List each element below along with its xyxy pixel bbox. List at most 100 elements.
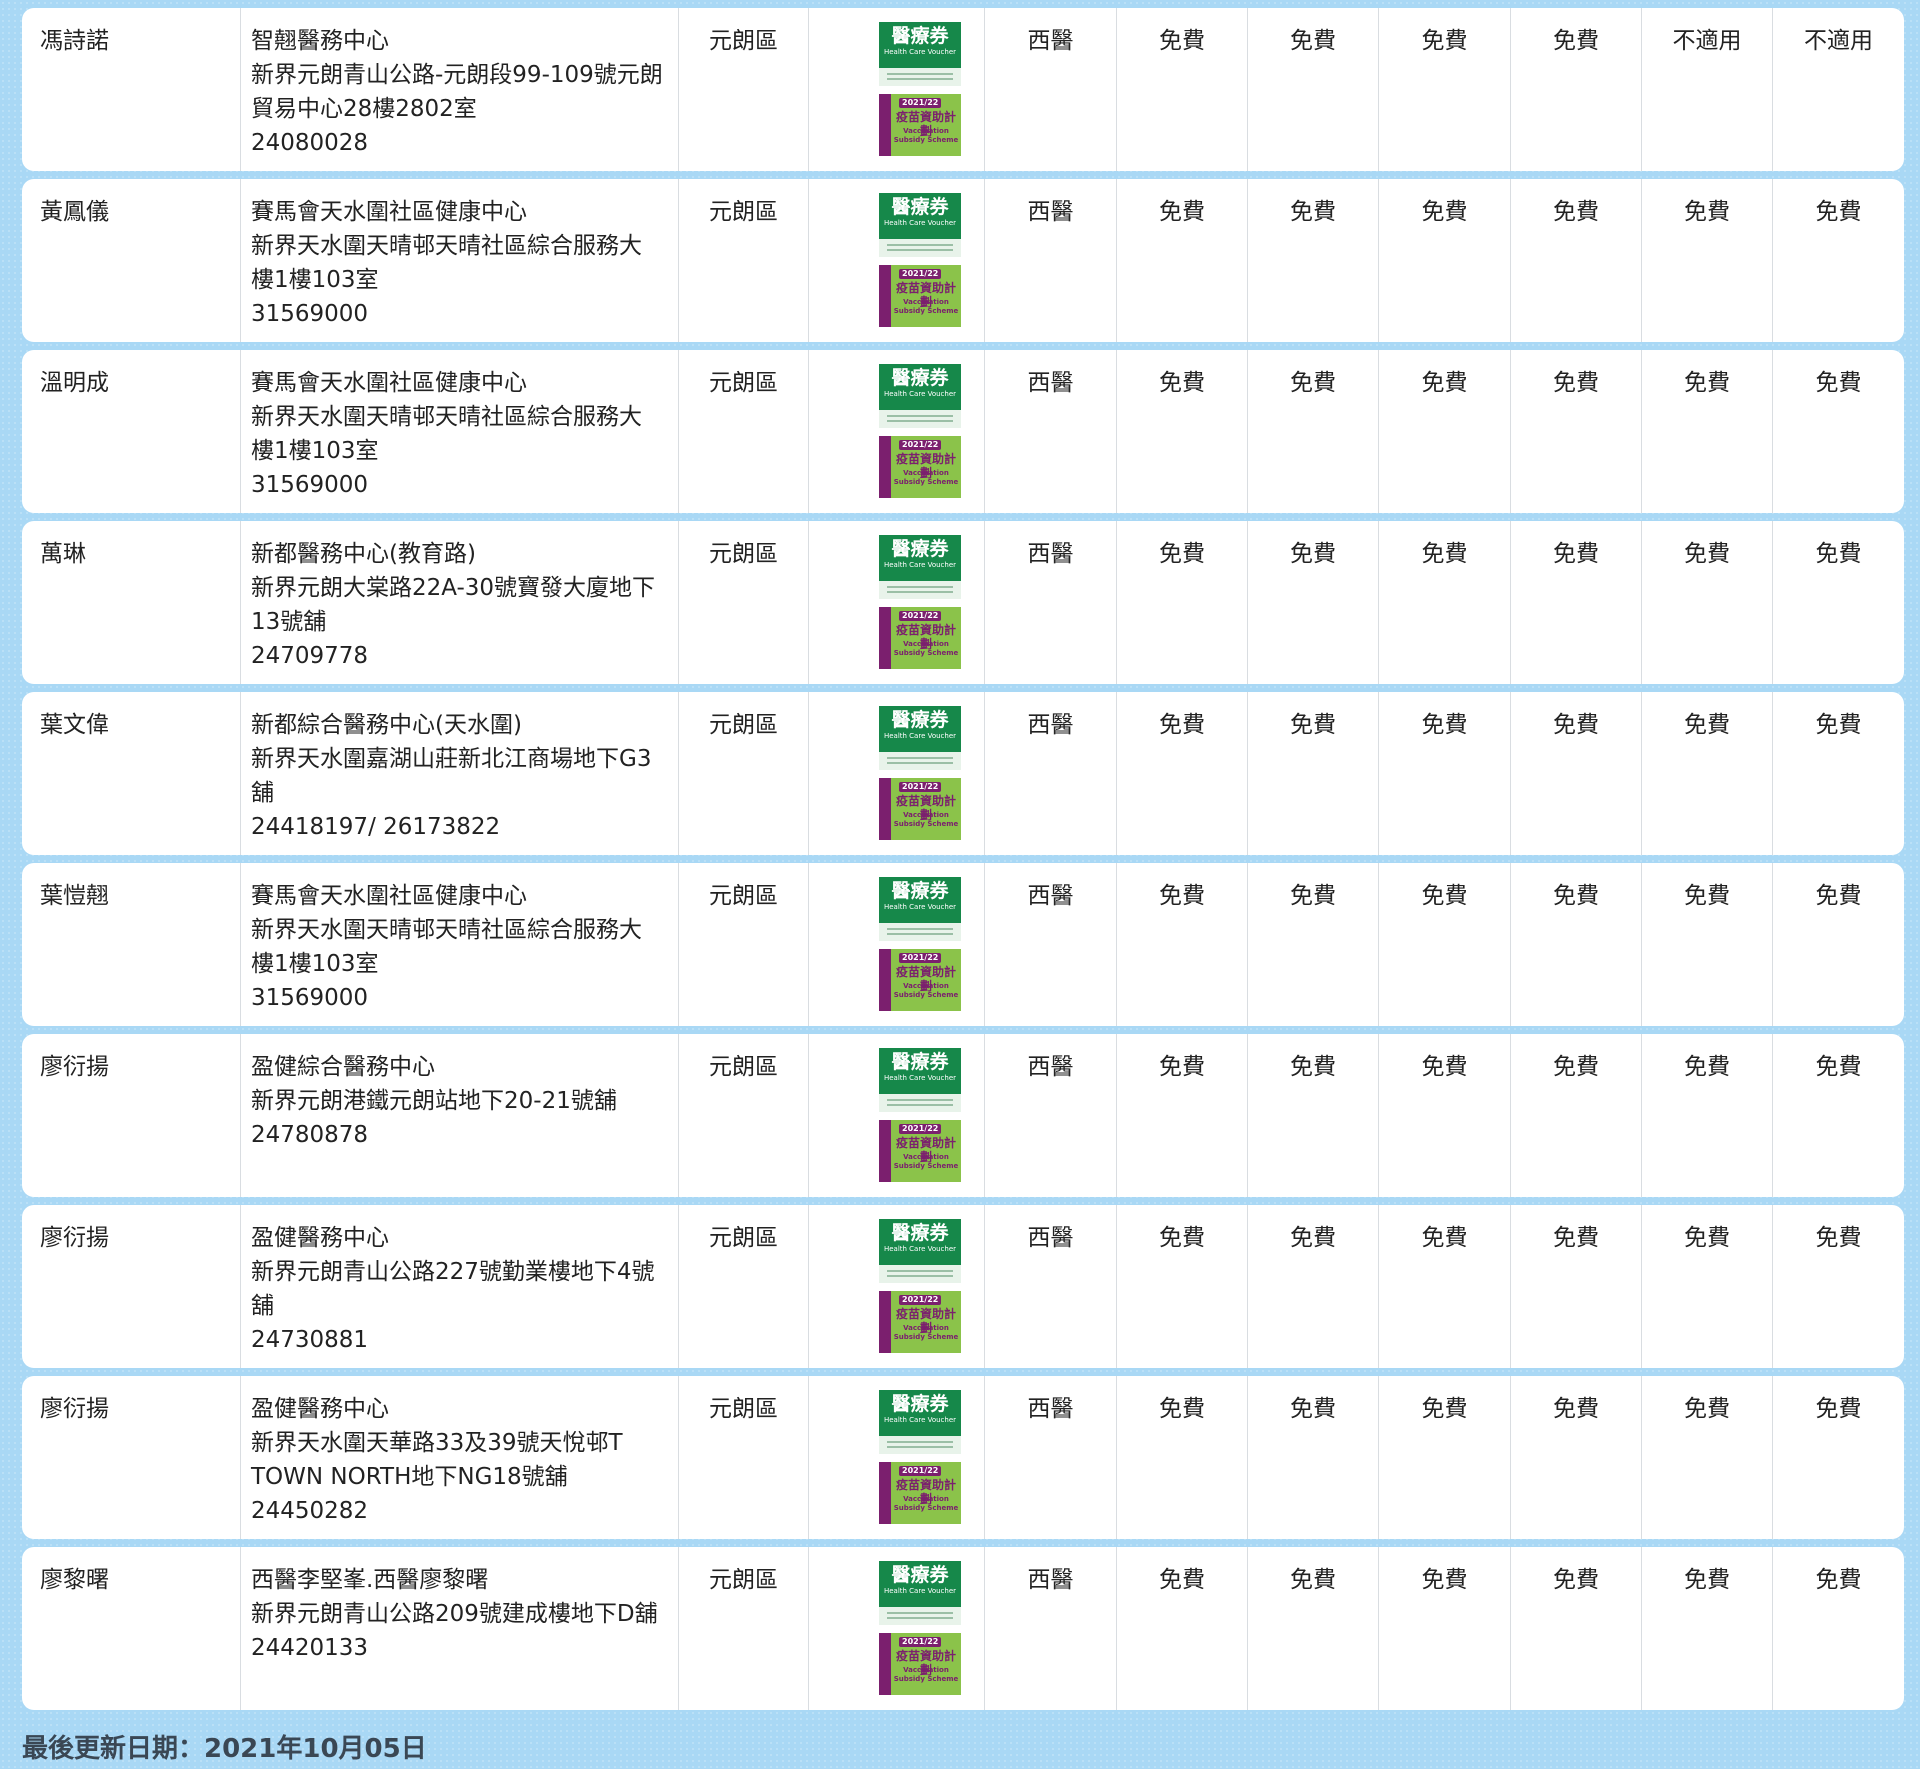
clinic-address-line: TOWN NORTH地下NG18號舖 <box>251 1464 568 1490</box>
vss-side-bar <box>879 607 891 669</box>
vss-english: Vaccination Subsidy Scheme <box>893 1324 959 1342</box>
clinic-info: 西醫李堅峯.西醫廖黎曙 新界元朗青山公路209號建成樓地下D舖 24420133 <box>240 1547 678 1710</box>
fee-cell: 免費 <box>1247 1034 1378 1197</box>
doctor-name: 廖黎曙 <box>40 1567 109 1593</box>
fee-cell: 免費 <box>1378 863 1510 1026</box>
health-care-voucher-logo: 醫療券 Health Care Voucher <box>879 1048 961 1112</box>
vaccination-subsidy-logo: 2021/22 疫苗資助計劃 Vaccination Subsidy Scheme <box>879 265 961 327</box>
clinic-name: 盈健醫務中心 <box>251 1225 389 1251</box>
fee-cell: 免費 <box>1116 1205 1247 1368</box>
vss-en-line-2: Subsidy Scheme <box>893 1162 959 1170</box>
hcv-title: 醫療券 <box>891 1222 949 1244</box>
clinic-name: 智翹醫務中心 <box>251 28 389 54</box>
vss-english: Vaccination Subsidy Scheme <box>893 982 959 1000</box>
specialty: 西醫 <box>984 179 1116 342</box>
fee-cell: 免費 <box>1116 863 1247 1026</box>
clinic-address-line: 新界天水圍嘉湖山莊新北江商場地下G3 <box>251 746 652 772</box>
fee-cell: 免費 <box>1116 1547 1247 1710</box>
vss-year: 2021/22 <box>899 1466 942 1476</box>
fee-cell: 免費 <box>1772 1547 1904 1710</box>
clinic-phone: 31569000 <box>251 472 369 498</box>
table-row: 葉文偉 新都綜合醫務中心(天水圍) 新界天水圍嘉湖山莊新北江商場地下G3 舖 24418… <box>22 692 1904 855</box>
fee-cell: 免費 <box>1772 350 1904 513</box>
district: 元朗區 <box>678 863 808 1026</box>
hcv-subtitle: Health Care Voucher <box>883 1587 957 1595</box>
vss-year: 2021/22 <box>899 611 942 621</box>
fee-cell: 免費 <box>1772 1034 1904 1197</box>
fee-cell: 免費 <box>1378 1205 1510 1368</box>
clinic-phone: 24780878 <box>251 1122 369 1148</box>
hcv-subtitle: Health Care Voucher <box>883 732 957 740</box>
clinic-name: 賽馬會天水圍社區健康中心 <box>251 370 527 396</box>
fee-cell: 免費 <box>1247 179 1378 342</box>
fee-cell: 免費 <box>1247 350 1378 513</box>
fee-cell: 免費 <box>1772 1205 1904 1368</box>
health-care-voucher-logo: 醫療券 Health Care Voucher <box>879 193 961 257</box>
health-care-voucher-logo: 醫療券 Health Care Voucher <box>879 535 961 599</box>
district: 元朗區 <box>678 179 808 342</box>
fee-cell: 免費 <box>1378 8 1510 171</box>
clinic-info: 賽馬會天水圍社區健康中心 新界天水圍天晴邨天晴社區綜合服務大 樓1樓103室 3156… <box>240 863 678 1026</box>
clinic-name: 新都綜合醫務中心(天水圍) <box>251 712 522 738</box>
fee-cell: 免費 <box>1378 179 1510 342</box>
clinic-phone: 24709778 <box>251 643 369 669</box>
table-row: 葉愷翹 賽馬會天水圍社區健康中心 新界天水圍天晴邨天晴社區綜合服務大 樓1樓103室 3… <box>22 863 1904 1026</box>
clinic-address-line: 樓1樓103室 <box>251 951 379 977</box>
scheme-badges: 醫療券 Health Care Voucher 2021/22 疫苗資助計劃 Vacci… <box>808 1034 984 1197</box>
fee-cell: 免費 <box>1641 1376 1772 1539</box>
hcv-subtitle: Health Care Voucher <box>883 1074 957 1082</box>
fee-cell: 免費 <box>1378 1034 1510 1197</box>
fee-cell: 免費 <box>1510 1034 1641 1197</box>
hcv-strip <box>879 68 961 86</box>
vss-en-line-2: Subsidy Scheme <box>893 649 959 657</box>
hcv-title: 醫療券 <box>891 1393 949 1415</box>
vaccination-subsidy-logo: 2021/22 疫苗資助計劃 Vaccination Subsidy Scheme <box>879 1291 961 1353</box>
fee-cell: 免費 <box>1641 179 1772 342</box>
fee-cell: 免費 <box>1641 1205 1772 1368</box>
hcv-title: 醫療券 <box>891 196 949 218</box>
fee-cell: 免費 <box>1641 692 1772 855</box>
hcv-title: 醫療券 <box>891 880 949 902</box>
vaccination-subsidy-logo: 2021/22 疫苗資助計劃 Vaccination Subsidy Scheme <box>879 1633 961 1695</box>
fee-cell: 免費 <box>1378 350 1510 513</box>
hcv-subtitle: Health Care Voucher <box>883 1416 957 1424</box>
clinic-phone: 24420133 <box>251 1635 369 1661</box>
clinic-name: 西醫李堅峯.西醫廖黎曙 <box>251 1567 489 1593</box>
district: 元朗區 <box>678 692 808 855</box>
vss-en-line-1: Vaccination <box>903 1153 949 1161</box>
clinic-address-line: 新界天水圍天晴邨天晴社區綜合服務大 <box>251 917 642 943</box>
vss-en-line-2: Subsidy Scheme <box>893 820 959 828</box>
vss-english: Vaccination Subsidy Scheme <box>893 811 959 829</box>
fee-cell: 免費 <box>1247 8 1378 171</box>
scheme-badges: 醫療券 Health Care Voucher 2021/22 疫苗資助計劃 Vacci… <box>808 179 984 342</box>
table-row: 馮詩諾 智翹醫務中心 新界元朗青山公路-元朗段99-109號元朗 貿易中心28樓280… <box>22 8 1904 171</box>
specialty: 西醫 <box>984 1547 1116 1710</box>
hcv-title: 醫療券 <box>891 1564 949 1586</box>
clinic-info: 賽馬會天水圍社區健康中心 新界天水圍天晴邨天晴社區綜合服務大 樓1樓103室 3156… <box>240 350 678 513</box>
specialty: 西醫 <box>984 350 1116 513</box>
fee-cell: 免費 <box>1247 1376 1378 1539</box>
vss-english: Vaccination Subsidy Scheme <box>893 1666 959 1684</box>
hcv-strip <box>879 239 961 257</box>
district: 元朗區 <box>678 350 808 513</box>
health-care-voucher-logo: 醫療券 Health Care Voucher <box>879 1219 961 1283</box>
fee-cell: 免費 <box>1641 1034 1772 1197</box>
hcv-strip <box>879 752 961 770</box>
vss-side-bar <box>879 1633 891 1695</box>
doctor-name: 廖衍揚 <box>40 1054 109 1080</box>
hcv-title: 醫療券 <box>891 538 949 560</box>
fee-cell: 免費 <box>1116 350 1247 513</box>
scheme-badges: 醫療券 Health Care Voucher 2021/22 疫苗資助計劃 Vacci… <box>808 521 984 684</box>
fee-cell: 不適用 <box>1772 8 1904 171</box>
vss-en-line-2: Subsidy Scheme <box>893 307 959 315</box>
hcv-strip <box>879 1094 961 1112</box>
clinic-phone: 31569000 <box>251 301 369 327</box>
fee-cell: 免費 <box>1247 692 1378 855</box>
fee-cell: 免費 <box>1247 863 1378 1026</box>
specialty: 西醫 <box>984 1034 1116 1197</box>
hcv-title: 醫療券 <box>891 709 949 731</box>
fee-cell: 免費 <box>1378 692 1510 855</box>
vss-en-line-2: Subsidy Scheme <box>893 1333 959 1341</box>
scheme-badges: 醫療券 Health Care Voucher 2021/22 疫苗資助計劃 Vacci… <box>808 863 984 1026</box>
vss-year: 2021/22 <box>899 98 942 108</box>
